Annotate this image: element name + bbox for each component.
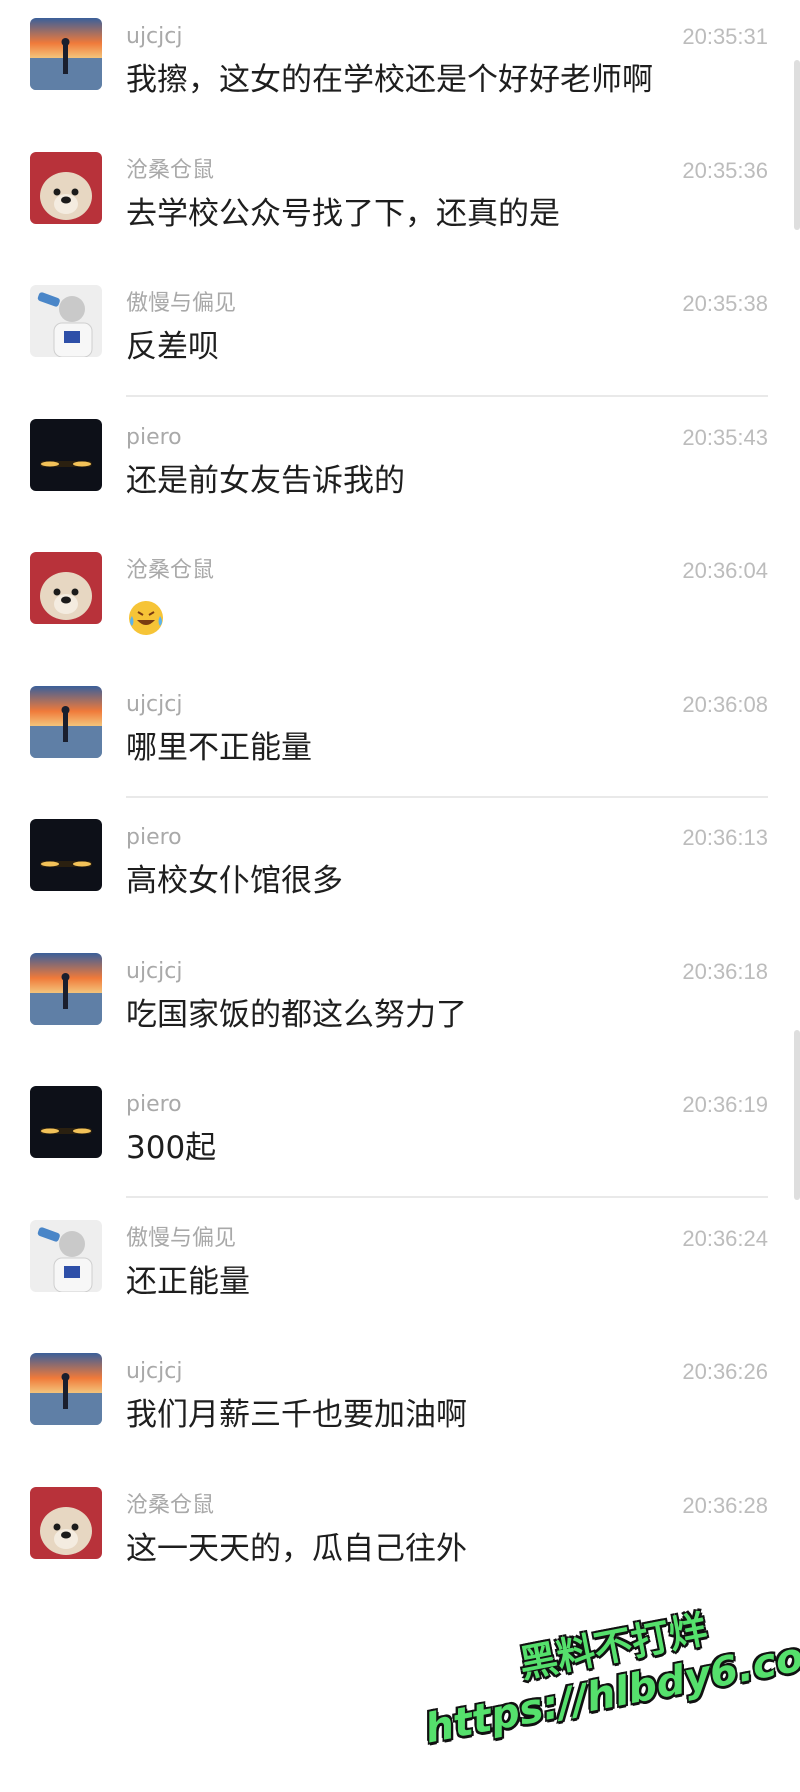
message-timestamp: 20:35:43	[682, 424, 768, 450]
message-text: 这一天天的，瓜自己往外	[126, 1530, 467, 1567]
avatar[interactable]	[30, 1219, 102, 1292]
message-timestamp: 20:35:38	[682, 291, 768, 316]
divider	[126, 1196, 768, 1198]
message-text: 还是前女友告诉我的	[126, 462, 405, 499]
chat-message[interactable]: 傲慢与偏见 20:35:38 反差呗	[0, 275, 800, 425]
avatar[interactable]	[30, 819, 102, 891]
scrollbar[interactable]	[794, 1030, 800, 1200]
message-timestamp: 20:36:18	[682, 958, 768, 984]
message-timestamp: 20:36:04	[682, 558, 768, 583]
message-text: 我擦，这女的在学校还是个好好老师啊	[126, 62, 653, 98]
message-text: 去学校公众号找了下，还真的是	[126, 195, 560, 232]
sender-name[interactable]: ujcjcj	[126, 1359, 182, 1385]
chat-message[interactable]: piero 20:35:43 还是前女友告诉我的	[0, 409, 800, 559]
avatar[interactable]	[30, 151, 102, 224]
sender-name[interactable]: 傲慢与偏见	[126, 1226, 236, 1252]
message-text: 吃国家饭的都这么努力了	[126, 996, 467, 1033]
avatar[interactable]	[30, 18, 102, 90]
message-timestamp: 20:35:36	[682, 157, 768, 183]
message-timestamp: 20:36:26	[682, 1359, 768, 1384]
laughing-crying-emoji-icon	[126, 598, 166, 638]
sender-name[interactable]: ujcjcj	[126, 959, 182, 985]
chat-message[interactable]: ujcjcj 20:35:31 我擦，这女的在学校还是个好好老师啊	[0, 8, 800, 158]
scrollbar[interactable]	[794, 60, 800, 230]
message-text: 300起	[126, 1130, 217, 1166]
chat-message[interactable]: ujcjcj 20:36:18 吃国家饭的都这么努力了	[0, 943, 800, 1093]
sender-name[interactable]: ujcjcj	[126, 24, 182, 50]
chat-message-list[interactable]: ujcjcj 20:35:31 我擦，这女的在学校还是个好好老师啊沧桑仓鼠 20:35…	[0, 0, 800, 1756]
sender-name[interactable]: 傲慢与偏见	[126, 291, 236, 317]
avatar[interactable]	[30, 1486, 102, 1559]
chat-message[interactable]: piero 20:36:13 高校女仆馆很多	[0, 809, 800, 959]
sender-name[interactable]: piero	[126, 825, 182, 851]
avatar[interactable]	[30, 285, 102, 357]
message-text: 我们月薪三千也要加油啊	[126, 1397, 467, 1433]
divider	[126, 395, 768, 397]
sender-name[interactable]: 沧桑仓鼠	[126, 558, 214, 584]
avatar[interactable]	[30, 685, 102, 758]
message-text: 哪里不正能量	[126, 729, 312, 766]
chat-message[interactable]: ujcjcj 20:36:08 哪里不正能量	[0, 676, 800, 826]
message-timestamp: 20:35:31	[682, 24, 768, 49]
message-text: 反差呗	[126, 329, 219, 365]
avatar[interactable]	[30, 1086, 102, 1158]
sender-name[interactable]: 沧桑仓鼠	[126, 1493, 214, 1519]
message-timestamp: 20:36:19	[682, 1092, 768, 1117]
avatar[interactable]	[30, 418, 102, 491]
message-text: 还正能量	[126, 1263, 250, 1300]
chat-message[interactable]: 傲慢与偏见 20:36:24 还正能量	[0, 1210, 800, 1360]
divider	[126, 795, 768, 798]
message-timestamp: 20:36:13	[682, 825, 768, 850]
sender-name[interactable]: piero	[126, 425, 182, 451]
avatar[interactable]	[30, 1353, 102, 1425]
sender-name[interactable]: ujcjcj	[126, 692, 182, 718]
avatar[interactable]	[30, 952, 102, 1025]
message-timestamp: 20:36:08	[682, 691, 768, 717]
chat-message[interactable]: piero 20:36:19 300起	[0, 1076, 800, 1226]
avatar[interactable]	[30, 552, 102, 624]
message-timestamp: 20:36:24	[682, 1225, 768, 1251]
chat-message[interactable]: 沧桑仓鼠 20:36:04	[0, 542, 800, 692]
sender-name[interactable]: 沧桑仓鼠	[126, 158, 214, 184]
chat-message[interactable]: ujcjcj 20:36:26 我们月薪三千也要加油啊	[0, 1343, 800, 1493]
sender-name[interactable]: piero	[126, 1092, 182, 1118]
message-text: 高校女仆馆很多	[126, 863, 343, 899]
chat-message[interactable]: 沧桑仓鼠 20:35:36 去学校公众号找了下，还真的是	[0, 142, 800, 292]
message-timestamp: 20:36:28	[682, 1492, 768, 1518]
